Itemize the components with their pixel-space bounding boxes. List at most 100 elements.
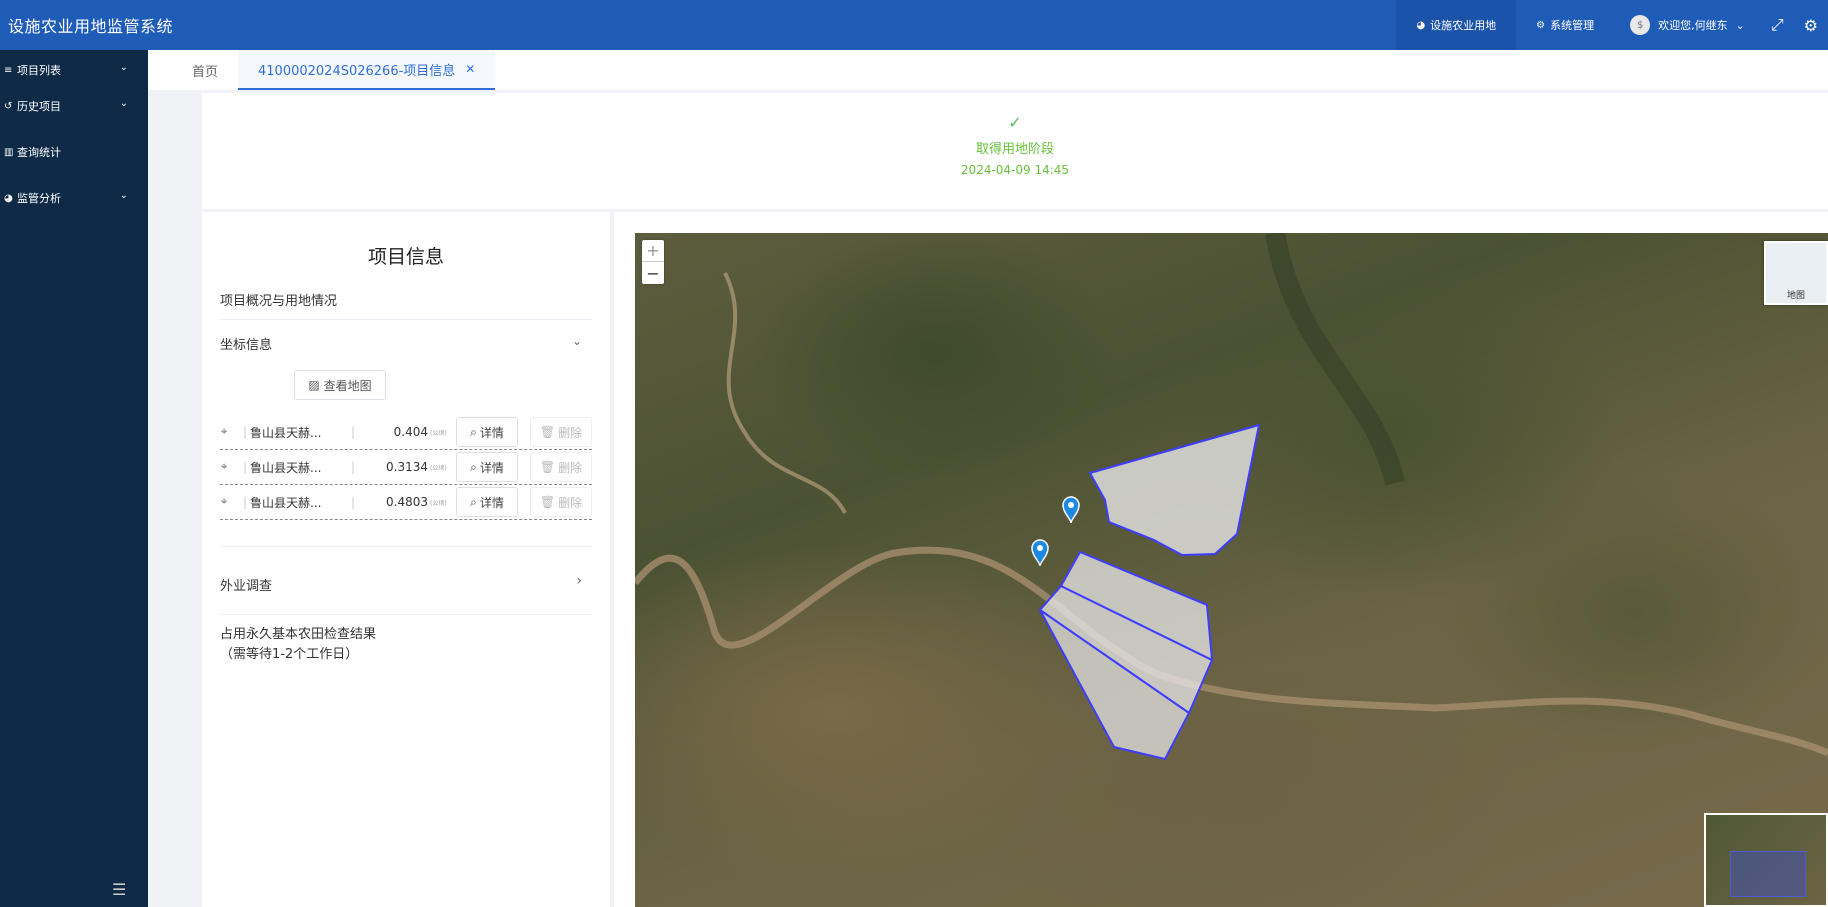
zoom-out-button[interactable]: − bbox=[642, 262, 664, 284]
image-icon: ▨ bbox=[308, 378, 320, 392]
delete-button[interactable]: 🗑 删除 bbox=[530, 417, 592, 447]
list-item: ⌖ | 鲁山县天赫... | 0.404 (公顷) ⌕ 详情 🗑 删除 bbox=[220, 415, 592, 450]
overview-minimap[interactable] bbox=[1704, 813, 1828, 907]
sidebar-item-label: 项目列表 bbox=[17, 64, 61, 77]
divider: | bbox=[350, 460, 356, 474]
list-item: ⌖ | 鲁山县天赫... | 0.4803 (公顷) ⌕ 详情 🗑 删除 bbox=[220, 485, 592, 520]
search-icon: ⌕ bbox=[470, 494, 477, 509]
tab-home[interactable]: 首页 bbox=[172, 50, 238, 90]
close-icon[interactable]: ✕ bbox=[465, 62, 475, 76]
app-title: 设施农业用地监管系统 bbox=[8, 17, 174, 36]
sidebar-item-project-list[interactable]: ≡ 项目列表 ⌄ bbox=[0, 52, 148, 88]
parcel-polygon[interactable] bbox=[1088, 423, 1261, 557]
parcel-name: 鲁山县天赫... bbox=[250, 460, 322, 475]
chevron-down-icon: ⌄ bbox=[1735, 18, 1745, 32]
layer-switch-thumbnail[interactable]: 地图 bbox=[1764, 241, 1828, 305]
detail-label: 详情 bbox=[479, 460, 504, 475]
chevron-down-icon: ⌄ bbox=[119, 98, 128, 109]
collapse-sidebar-icon[interactable]: ☰ bbox=[112, 880, 126, 899]
map-panel: + − 地图 bbox=[614, 212, 1828, 907]
sidebar-item-label: 查询统计 bbox=[17, 146, 61, 159]
sidebar-item-label: 历史项目 bbox=[17, 100, 61, 113]
bar-chart-icon: ▥ bbox=[4, 146, 14, 158]
chevron-down-icon: ⌄ bbox=[571, 334, 582, 348]
list-item: ⌖ | 鲁山县天赫... | 0.3134 (公顷) ⌕ 详情 🗑 删除 bbox=[220, 450, 592, 485]
nav-system-management-label: 系统管理 bbox=[1550, 19, 1595, 32]
delete-label: 删除 bbox=[558, 425, 583, 440]
parcel-name: 鲁山县天赫... bbox=[250, 495, 322, 510]
settings-gear-icon[interactable]: ⚙ bbox=[1794, 0, 1828, 50]
chevron-right-icon: › bbox=[576, 573, 582, 589]
detail-button[interactable]: ⌕ 详情 bbox=[456, 487, 518, 517]
map-overlay bbox=[635, 233, 1828, 761]
search-icon: ⌕ bbox=[470, 424, 477, 439]
parcel-area-unit: (公顷) bbox=[430, 464, 447, 472]
avatar: $ bbox=[1630, 15, 1651, 35]
section-field-survey[interactable]: 外业调查 › bbox=[220, 546, 592, 594]
gears-icon: ⚙ bbox=[1536, 19, 1546, 31]
farmland-check-title: 占用永久基本农田检查结果 bbox=[220, 627, 377, 642]
tab-bar: 首页 4100002024S026266-项目信息 ✕ bbox=[148, 50, 1828, 90]
sidebar-item-label: 监管分析 bbox=[17, 192, 61, 205]
nav-facility-land[interactable]: ◕ 设施农业用地 bbox=[1396, 0, 1517, 50]
location-pin-icon: ⌖ bbox=[221, 460, 228, 473]
list-icon: ≡ bbox=[4, 64, 13, 76]
divider: | bbox=[242, 425, 248, 439]
location-pin-icon: ⌖ bbox=[221, 425, 228, 438]
nav-system-management[interactable]: ⚙ 系统管理 bbox=[1516, 0, 1614, 50]
road bbox=[635, 546, 1828, 757]
location-marker[interactable] bbox=[1031, 539, 1049, 567]
ridge bbox=[1265, 233, 1405, 486]
divider: | bbox=[350, 495, 356, 509]
parcel-name: 鲁山县天赫... bbox=[250, 425, 322, 440]
road bbox=[723, 272, 847, 514]
minimap-viewport[interactable] bbox=[1730, 851, 1806, 897]
tab-project-info-label: 4100002024S026266-项目信息 bbox=[258, 63, 456, 79]
location-marker[interactable] bbox=[1062, 496, 1080, 524]
stage-label: 取得用地阶段 bbox=[975, 142, 1054, 157]
layer-label: 地图 bbox=[1786, 291, 1805, 301]
section-coordinates-label: 坐标信息 bbox=[220, 338, 273, 353]
farmland-check-note: （需等待1-2个工作日） bbox=[220, 647, 359, 662]
chevron-down-icon: ⌄ bbox=[119, 190, 128, 201]
sidebar-item-query-stats[interactable]: ▥ 查询统计 bbox=[0, 134, 148, 170]
stage-status-card: ✓ 取得用地阶段 2024-04-09 14:45 bbox=[202, 93, 1828, 209]
parcel-area-unit: (公顷) bbox=[430, 499, 447, 507]
parcel-area: 0.4803 bbox=[386, 495, 428, 509]
detail-label: 详情 bbox=[479, 425, 504, 440]
detail-button[interactable]: ⌕ 详情 bbox=[456, 417, 518, 447]
pie-chart-icon: ◕ bbox=[4, 192, 13, 204]
header-right: ◕ 设施农业用地 ⚙ 系统管理 $ 欢迎您,何继东 ⌄ ⤢ ⚙ bbox=[1396, 0, 1828, 50]
nav-facility-land-label: 设施农业用地 bbox=[1430, 19, 1497, 32]
divider: | bbox=[242, 495, 248, 509]
delete-button[interactable]: 🗑 删除 bbox=[530, 452, 592, 482]
divider: | bbox=[242, 460, 248, 474]
delete-button[interactable]: 🗑 删除 bbox=[530, 487, 592, 517]
panel-title: 项目信息 bbox=[367, 246, 444, 268]
user-greeting: 欢迎您,何继东 bbox=[1658, 19, 1728, 32]
tab-project-info[interactable]: 4100002024S026266-项目信息 ✕ bbox=[238, 50, 496, 90]
zoom-control: + − bbox=[642, 240, 664, 284]
divider: | bbox=[350, 425, 356, 439]
view-map-button[interactable]: ▨ 查看地图 bbox=[294, 370, 386, 400]
top-header: 设施农业用地监管系统 ◕ 设施农业用地 ⚙ 系统管理 $ 欢迎您,何继东 ⌄ ⤢… bbox=[0, 0, 1828, 50]
project-info-panel: 项目信息 项目概况与用地情况 坐标信息 ⌄ ▨ 查看地图 ⌖ | 鲁山县天赫..… bbox=[202, 212, 610, 907]
sidebar: ≡ 项目列表 ⌄ ↺ 历史项目 ⌄ ▥ 查询统计 ◕ 监管分析 ⌄ ☰ bbox=[0, 50, 148, 907]
sidebar-item-supervision[interactable]: ◕ 监管分析 ⌄ bbox=[0, 180, 148, 216]
view-map-label: 查看地图 bbox=[323, 378, 372, 393]
trash-icon: 🗑 bbox=[539, 460, 556, 474]
satellite-map[interactable]: + − 地图 bbox=[635, 233, 1828, 907]
user-menu[interactable]: $ 欢迎您,何继东 ⌄ bbox=[1614, 0, 1761, 50]
section-coordinates[interactable]: 坐标信息 ⌄ bbox=[220, 334, 592, 354]
zoom-in-button[interactable]: + bbox=[642, 240, 664, 262]
section-overview[interactable]: 项目概况与用地情况 bbox=[220, 290, 592, 320]
section-field-survey-label: 外业调查 bbox=[220, 579, 273, 594]
fullscreen-icon[interactable]: ⤢ bbox=[1761, 0, 1794, 50]
pie-chart-icon: ◕ bbox=[1416, 19, 1426, 31]
detail-button[interactable]: ⌕ 详情 bbox=[456, 452, 518, 482]
parcel-area-unit: (公顷) bbox=[430, 429, 447, 437]
parcel-area: 0.404 bbox=[393, 425, 428, 439]
sidebar-item-history[interactable]: ↺ 历史项目 ⌄ bbox=[0, 88, 148, 124]
history-icon: ↺ bbox=[4, 100, 13, 112]
detail-label: 详情 bbox=[479, 495, 504, 510]
